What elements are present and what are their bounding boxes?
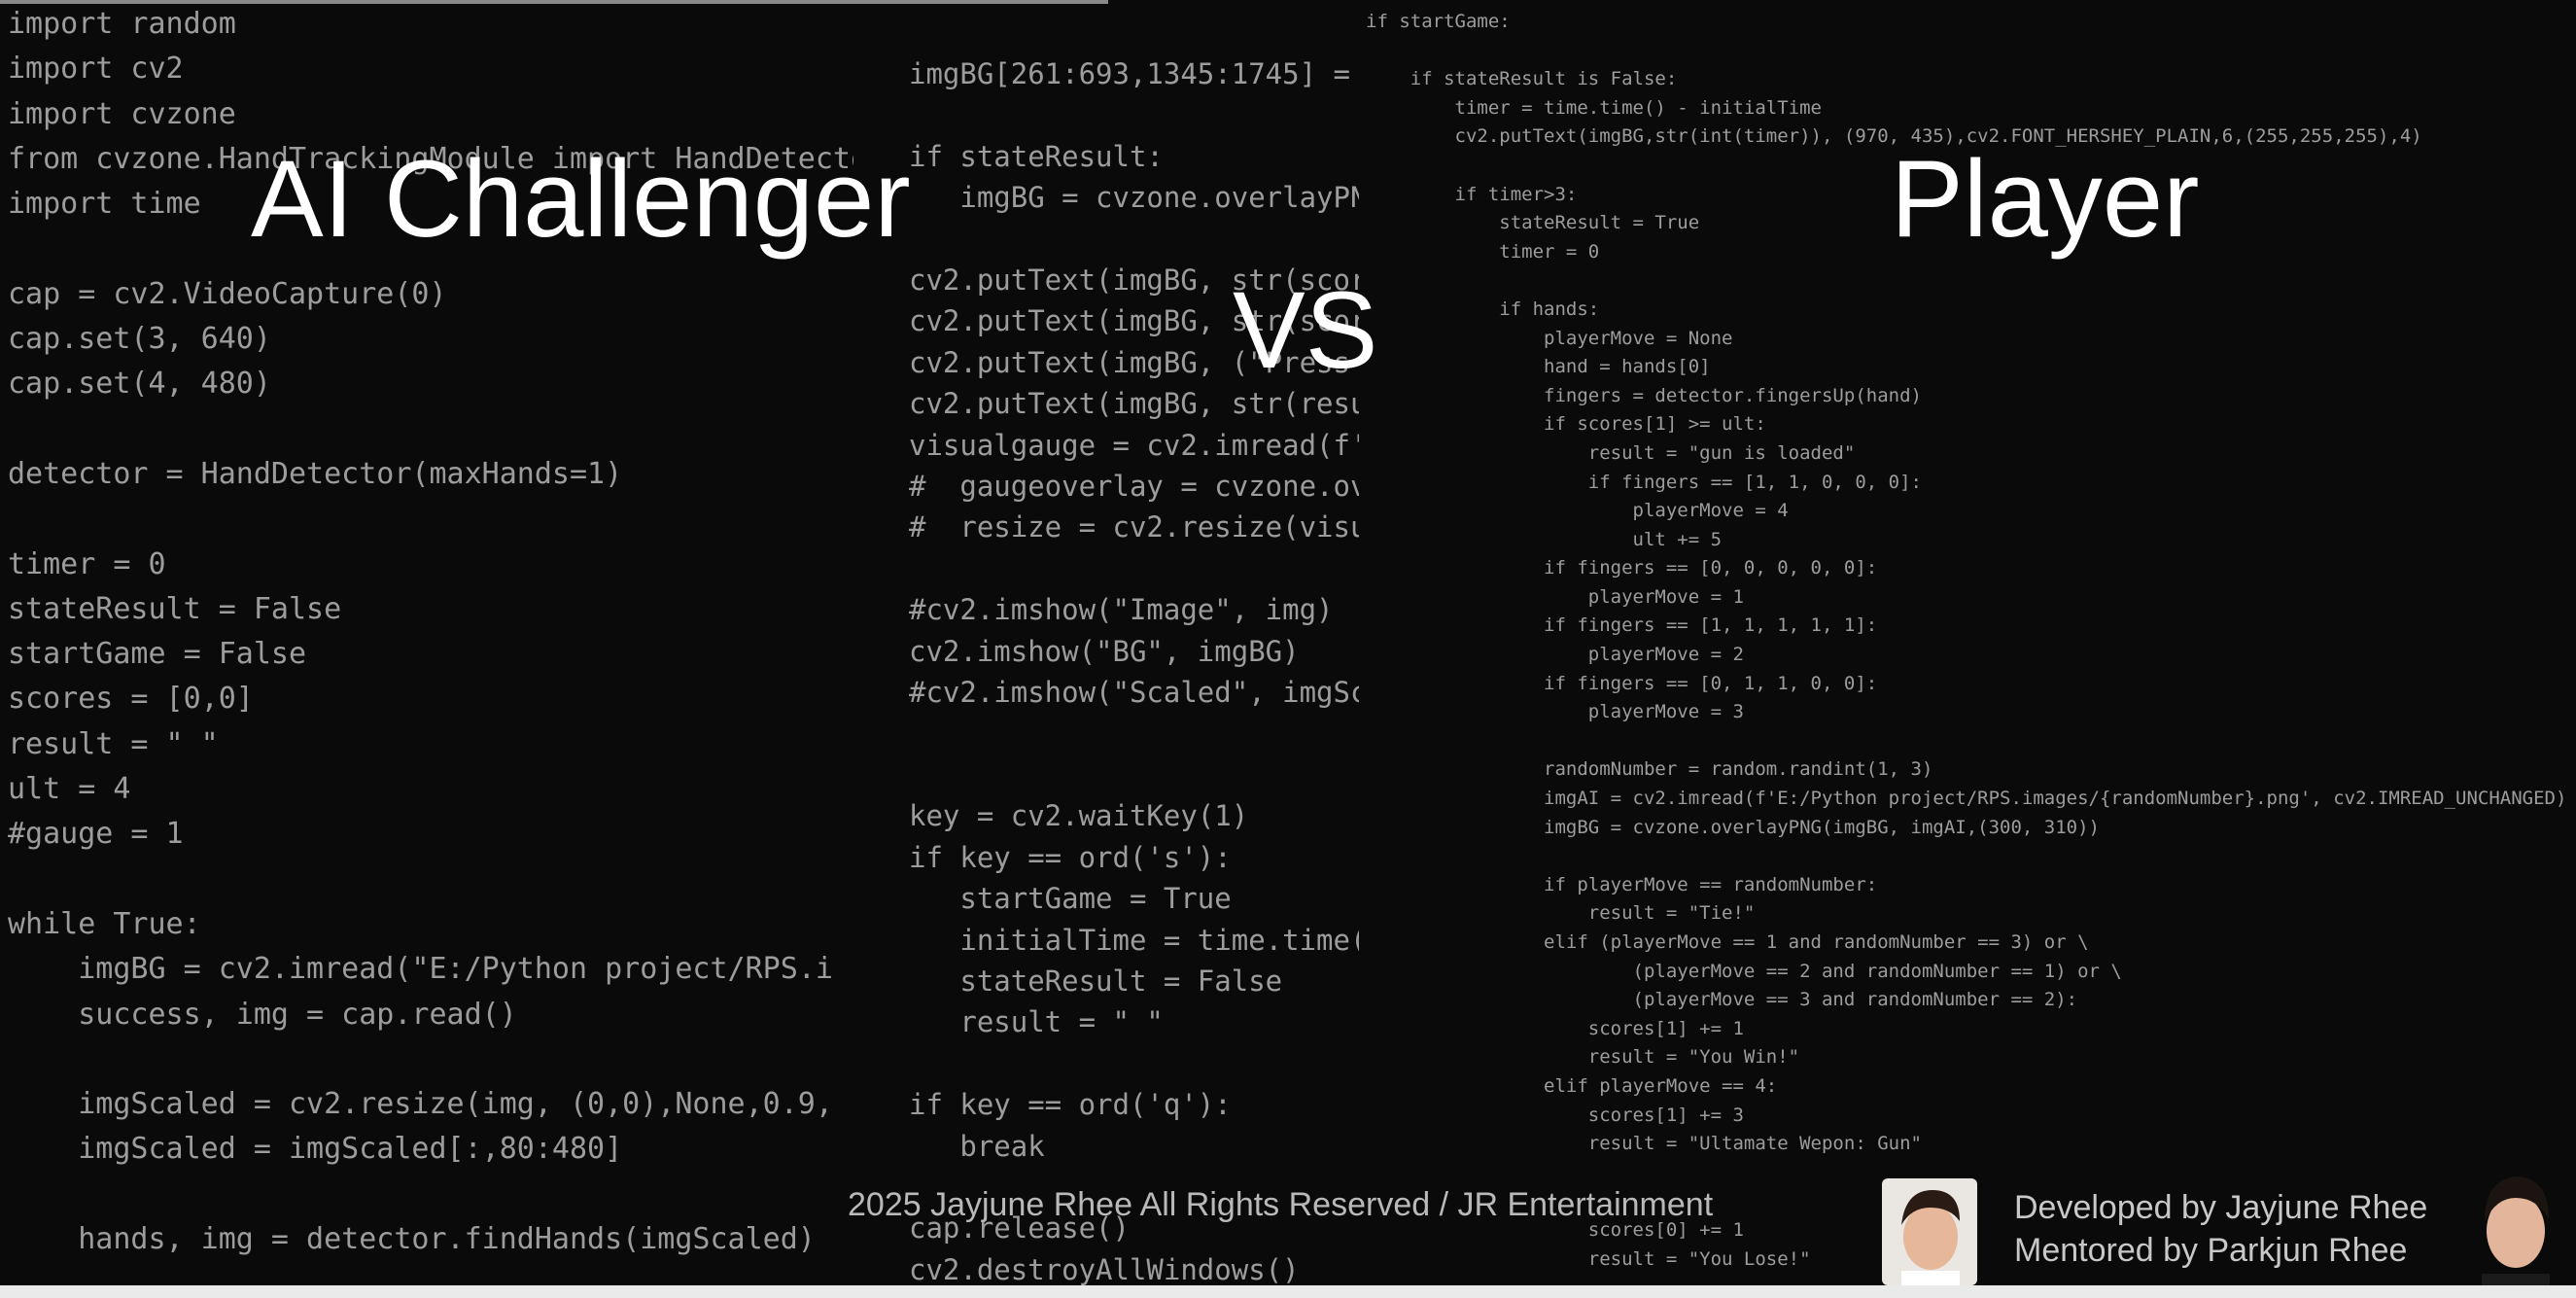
code-line: if stateResult:	[909, 139, 1164, 173]
code-line: cap.set(4, 480)	[8, 367, 271, 402]
code-line: cv2.destroyAllWindows()	[909, 1252, 1300, 1286]
mentored-by-text: Mentored by Parkjun Rhee	[2014, 1232, 2408, 1269]
code-line: timer = 0	[8, 546, 166, 581]
code-line: playerMove = None	[1366, 327, 1733, 349]
code-line: ult += 5	[1366, 528, 1723, 550]
code-line: ult = 4	[8, 772, 131, 807]
player-title: Player	[1891, 138, 2200, 260]
bottom-strip	[0, 1285, 2576, 1298]
code-line: imgBG[261:693,1345:1745] = i	[909, 57, 1359, 90]
code-line: visualgauge = cv2.imread(f'E	[909, 428, 1359, 462]
code-line: scores[1] += 1	[1366, 1017, 1744, 1039]
code-line: timer = time.time() - initialTime	[1366, 96, 1823, 119]
code-line: elif (playerMove == 1 and randomNumber =…	[1366, 931, 2089, 953]
code-line: hand = hands[0]	[1366, 356, 1711, 378]
code-line: scores = [0,0]	[8, 682, 254, 717]
code-line: playerMove = 2	[1366, 644, 1744, 666]
code-line: key = cv2.waitKey(1)	[909, 799, 1249, 833]
code-line: stateResult = False	[8, 591, 342, 626]
code-line: result = " "	[8, 726, 219, 761]
code-line: (playerMove == 3 and randomNumber == 2):	[1366, 989, 2078, 1011]
code-line: initialTime = time.time(	[909, 923, 1359, 957]
code-line: result = "You Win!"	[1366, 1046, 1800, 1069]
code-line: break	[909, 1129, 1045, 1163]
code-line: imgAI = cv2.imread(f'E:/Python project/R…	[1366, 788, 2567, 810]
copyright-footer: 2025 Jayjune Rhee All Rights Reserved / …	[848, 1186, 1714, 1223]
code-line: randomNumber = random.randint(1, 3)	[1366, 758, 1933, 781]
code-line: stateResult = False	[909, 964, 1283, 998]
code-line: import cvzone	[8, 96, 236, 131]
code-line: import random	[8, 7, 236, 41]
code-line: if startGame:	[1366, 11, 1511, 32]
code-line: playerMove = 3	[1366, 701, 1744, 723]
code-line: playerMove = 1	[1366, 585, 1744, 608]
code-line: success, img = cap.read()	[8, 997, 517, 1032]
code-line: if fingers == [1, 1, 1, 1, 1]:	[1366, 614, 1878, 637]
code-line: imgBG = cv2.imread("E:/Python project/RP…	[8, 952, 833, 987]
code-line: if fingers == [1, 1, 0, 0, 0]:	[1366, 471, 1922, 493]
code-line: if playerMove == randomNumber:	[1366, 873, 1878, 895]
code-line: #gauge = 1	[8, 817, 184, 852]
code-line: if stateResult is False:	[1366, 68, 1678, 90]
code-line: playerMove = 4	[1366, 500, 1789, 522]
code-line: (playerMove == 2 and randomNumber == 1) …	[1366, 960, 2122, 982]
code-line: # gaugeoverlay = cvzone.overl	[909, 470, 1359, 504]
code-line: cap.set(3, 640)	[8, 322, 271, 357]
code-line: if key == ord('q'):	[909, 1088, 1232, 1122]
code-line: hands, img = detector.findHands(imgScale…	[8, 1222, 816, 1257]
code-line: imgBG = cvzone.overlayPN	[909, 181, 1359, 215]
code-line: scores[1] += 3	[1366, 1104, 1744, 1126]
code-line: imgScaled = cv2.resize(img, (0,0),None,0…	[8, 1087, 833, 1122]
code-line: result = "gun is loaded"	[1366, 441, 1856, 464]
code-line: if scores[1] >= ult:	[1366, 413, 1766, 436]
ai-challenger-title: AI Challenger	[251, 138, 911, 260]
code-line: # resize = cv2.resize(visualg	[909, 510, 1359, 544]
credits: Developed by Jayjune Rhee Mentored by Pa…	[2014, 1186, 2427, 1272]
code-line: imgScaled = imgScaled[:,80:480]	[8, 1132, 623, 1167]
code-line: if fingers == [0, 1, 1, 0, 0]:	[1366, 672, 1878, 694]
mentor-avatar	[2467, 1167, 2564, 1291]
code-line: result = "Ultamate Wepon: Gun"	[1366, 1133, 1922, 1155]
code-line: elif playerMove == 4:	[1366, 1074, 1778, 1097]
code-line: result = " "	[909, 1005, 1164, 1039]
vs-title: VS	[1233, 269, 1378, 391]
code-line: if fingers == [0, 0, 0, 0, 0]:	[1366, 557, 1878, 579]
code-line: #cv2.imshow("Scaled", imgSca	[909, 676, 1359, 710]
developer-avatar	[1882, 1178, 1977, 1285]
code-line: if key == ord('s'):	[909, 840, 1232, 874]
code-line: result = "Tie!"	[1366, 902, 1756, 925]
code-line: startGame = True	[909, 882, 1232, 916]
code-line: if hands:	[1366, 298, 1600, 320]
code-line: startGame = False	[8, 637, 307, 672]
code-line: imgBG = cvzone.overlayPNG(imgBG, imgAI,(…	[1366, 816, 2100, 838]
code-line: detector = HandDetector(maxHands=1)	[8, 456, 623, 491]
code-line: cap = cv2.VideoCapture(0)	[8, 276, 447, 311]
code-line: import cv2	[8, 52, 184, 87]
code-line: #cv2.imshow("Image", img)	[909, 593, 1334, 627]
code-line: fingers = detector.fingersUp(hand)	[1366, 384, 1922, 406]
code-panel-middle: imgBG[261:693,1345:1745] = i if stateRes…	[909, 53, 1359, 1298]
code-line: while True:	[8, 906, 201, 941]
code-line: cv2.imshow("BG", imgBG)	[909, 634, 1300, 668]
developed-by-text: Developed by Jayjune Rhee	[2014, 1189, 2428, 1226]
